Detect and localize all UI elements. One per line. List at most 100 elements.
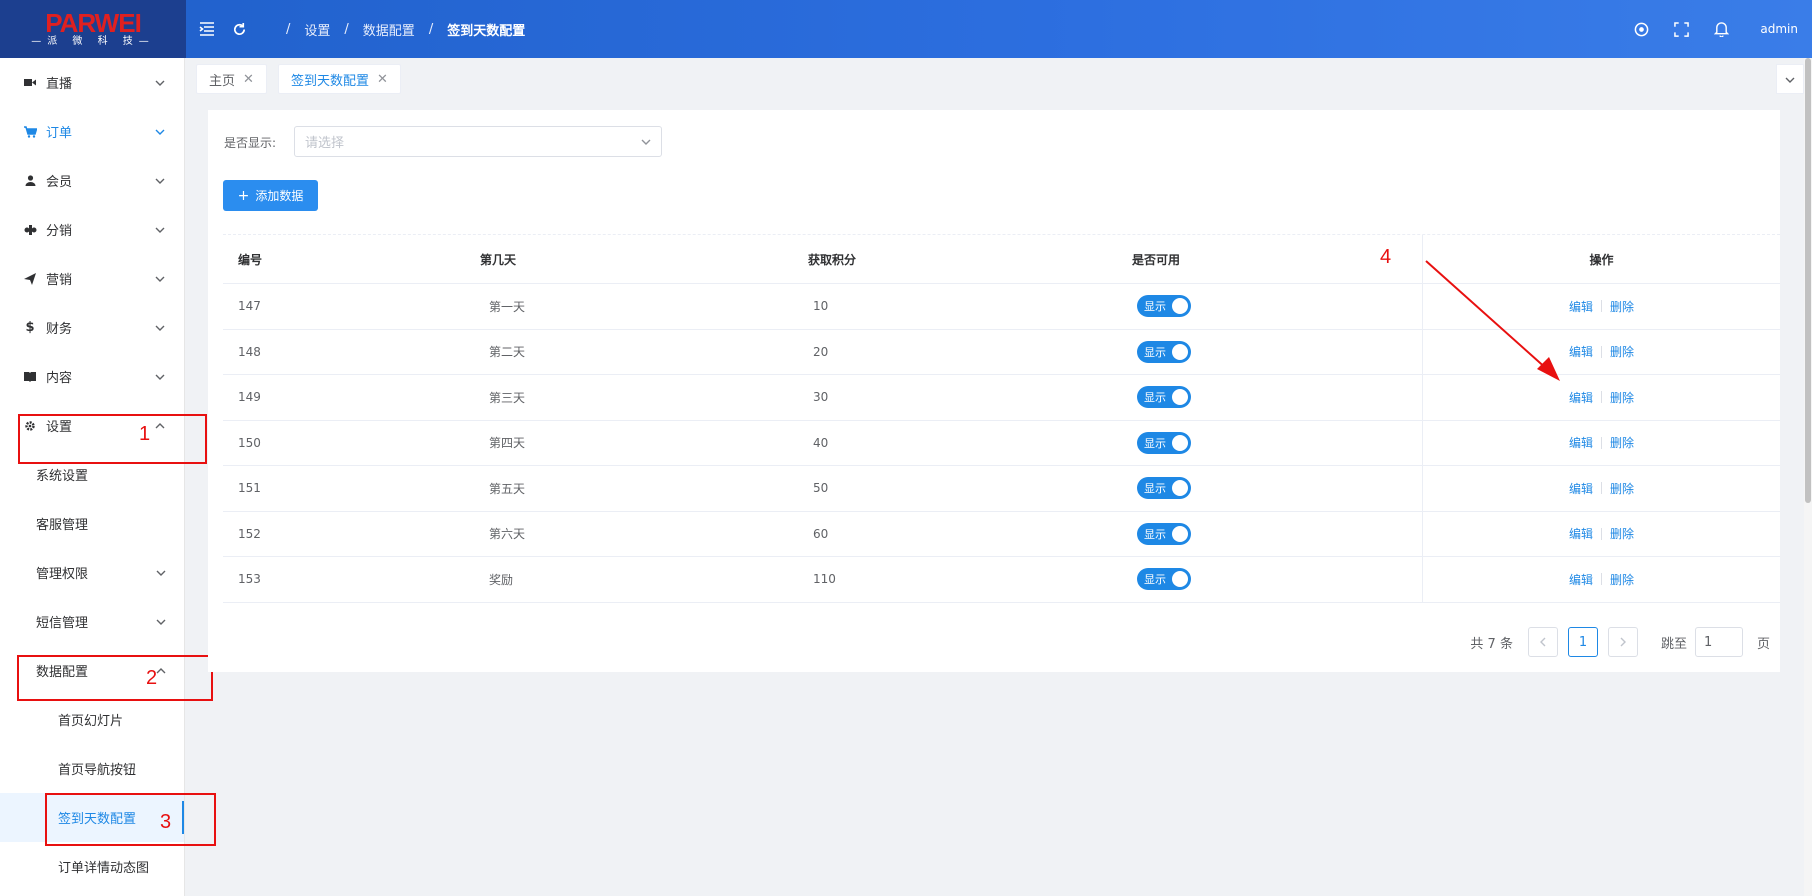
cell-id: 147 — [238, 299, 261, 314]
sidebar-item-distribution[interactable]: 分销 — [0, 205, 184, 254]
action-divider — [1601, 345, 1602, 358]
status-toggle[interactable]: 显示 — [1137, 477, 1191, 500]
signin-days-table: 编号 第几天 获取积分 是否可用 操作 147 第一天 10 显示 编辑 删除 148 第二天… — [223, 234, 1780, 603]
cell-day: 第六天 — [489, 527, 526, 542]
chevron-down-icon — [154, 371, 166, 383]
table-row: 147 第一天 10 显示 编辑 删除 — [223, 284, 1780, 330]
edit-link[interactable]: 编辑 — [1569, 571, 1593, 588]
edit-link[interactable]: 编辑 — [1569, 434, 1593, 451]
sidebar-subitem-customer-service[interactable]: 客服管理 — [0, 499, 184, 548]
tabs-dropdown[interactable] — [1776, 64, 1804, 94]
display-select[interactable]: 请选择 — [294, 126, 662, 157]
status-toggle[interactable]: 显示 — [1137, 386, 1191, 409]
cell-status: 显示 — [1117, 431, 1422, 454]
jump-input[interactable]: 1 — [1694, 627, 1743, 657]
chevron-down-icon — [154, 126, 166, 138]
cell-points: 60 — [813, 526, 829, 541]
target-icon[interactable] — [1630, 18, 1652, 40]
table-row: 151 第五天 50 显示 编辑 删除 — [223, 466, 1780, 512]
sidebar-subitem-permissions[interactable]: 管理权限 — [0, 548, 184, 597]
delete-link[interactable]: 删除 — [1610, 571, 1634, 588]
cell-day: 奖励 — [489, 572, 514, 587]
breadcrumb-data-config[interactable]: 数据配置 — [363, 20, 415, 39]
top-header: PARWEI —派 微 科 技— / 设置 / 数据配置 / 签到天数配置 ad… — [0, 0, 1812, 58]
sidebar-item-orders[interactable]: 订单 — [0, 107, 184, 156]
toggle-label: 显示 — [1144, 527, 1166, 541]
sidebar-item-finance[interactable]: $ 财务 — [0, 303, 184, 352]
prev-page-button[interactable] — [1527, 627, 1558, 657]
chevron-down-icon — [154, 224, 166, 236]
page-scrollbar[interactable] — [1804, 58, 1812, 896]
edit-link[interactable]: 编辑 — [1569, 343, 1593, 360]
edit-link[interactable]: 编辑 — [1569, 480, 1593, 497]
sidebar-item-members[interactable]: 会员 — [0, 156, 184, 205]
cell-id: 153 — [238, 572, 261, 587]
toggle-label: 显示 — [1144, 300, 1166, 314]
breadcrumb-settings[interactable]: 设置 — [304, 20, 330, 39]
toggle-label: 显示 — [1144, 391, 1166, 405]
chevron-down-icon — [154, 273, 166, 285]
user-name[interactable]: admin — [1760, 22, 1798, 36]
status-toggle[interactable]: 显示 — [1137, 431, 1191, 454]
sidebar-subitem-home-nav[interactable]: 首页导航按钮 — [0, 744, 184, 793]
sidebar-subitem-label: 客服管理 — [36, 518, 89, 533]
edit-link[interactable]: 编辑 — [1569, 525, 1593, 542]
edit-link[interactable]: 编辑 — [1569, 389, 1593, 406]
page-number[interactable]: 1 — [1567, 627, 1598, 657]
sidebar-item-live[interactable]: 直播 — [0, 58, 184, 107]
cell-status: 显示 — [1117, 340, 1422, 363]
close-icon[interactable]: ✕ — [243, 72, 254, 87]
cell-status: 显示 — [1117, 568, 1422, 591]
breadcrumb-sep: / — [344, 21, 349, 37]
status-toggle[interactable]: 显示 — [1137, 568, 1191, 591]
cell-status: 显示 — [1117, 295, 1422, 318]
plus-icon: + — [237, 187, 250, 204]
toggle-knob — [1172, 525, 1188, 542]
cell-points: 50 — [813, 481, 829, 496]
chevron-down-icon — [641, 134, 651, 149]
fullscreen-icon[interactable] — [1670, 18, 1692, 40]
sidebar-subitem-label: 系统设置 — [36, 469, 89, 484]
annotation-box-2 — [17, 655, 213, 701]
toggle-knob — [1172, 343, 1188, 360]
chevron-down-icon — [1785, 72, 1795, 87]
action-divider — [1601, 391, 1602, 404]
cell-actions: 编辑 删除 — [1422, 511, 1780, 556]
tab-signin-days[interactable]: 签到天数配置 ✕ — [278, 64, 401, 94]
status-toggle[interactable]: 显示 — [1137, 295, 1191, 318]
sidebar-subitem-home-slides[interactable]: 首页幻灯片 — [0, 695, 184, 744]
toggle-knob — [1172, 571, 1188, 588]
toggle-label: 显示 — [1144, 573, 1166, 587]
header-day: 第几天 — [480, 252, 517, 267]
status-toggle[interactable]: 显示 — [1137, 522, 1191, 545]
header-actions: admin — [1612, 0, 1812, 58]
edit-link[interactable]: 编辑 — [1569, 298, 1593, 315]
delete-link[interactable]: 删除 — [1610, 343, 1634, 360]
delete-link[interactable]: 删除 — [1610, 480, 1634, 497]
next-page-button[interactable] — [1607, 627, 1638, 657]
sidebar-item-content[interactable]: 内容 — [0, 352, 184, 401]
annotation-number-2: 2 — [146, 667, 158, 689]
sidebar: 直播 订单 会员 分销 营销 $ 财务 内容 设置 系统设置 客服管理 管理权限… — [0, 58, 185, 896]
cell-actions: 编辑 删除 — [1422, 375, 1780, 420]
sidebar-subitem-sms[interactable]: 短信管理 — [0, 597, 184, 646]
scrollbar-thumb[interactable] — [1805, 58, 1811, 503]
close-icon[interactable]: ✕ — [377, 72, 388, 87]
sidebar-item-marketing[interactable]: 营销 — [0, 254, 184, 303]
delete-link[interactable]: 删除 — [1610, 389, 1634, 406]
sidebar-subitem-order-animation[interactable]: 订单详情动态图 — [0, 842, 184, 891]
add-data-button[interactable]: + 添加数据 — [223, 180, 318, 211]
menu-toggle-icon[interactable] — [196, 18, 218, 40]
delete-link[interactable]: 删除 — [1610, 298, 1634, 315]
delete-link[interactable]: 删除 — [1610, 434, 1634, 451]
cell-day: 第二天 — [489, 345, 526, 360]
delete-link[interactable]: 删除 — [1610, 525, 1634, 542]
tab-home[interactable]: 主页 ✕ — [196, 64, 267, 94]
status-toggle[interactable]: 显示 — [1137, 340, 1191, 363]
share-icon — [22, 224, 38, 235]
annotation-number-4: 4 — [1380, 246, 1392, 268]
tabs-bar: 主页 ✕ 签到天数配置 ✕ — [186, 58, 1812, 102]
total-count: 共 7 条 — [1470, 636, 1513, 652]
refresh-icon[interactable] — [228, 18, 250, 40]
bell-icon[interactable] — [1710, 18, 1732, 40]
